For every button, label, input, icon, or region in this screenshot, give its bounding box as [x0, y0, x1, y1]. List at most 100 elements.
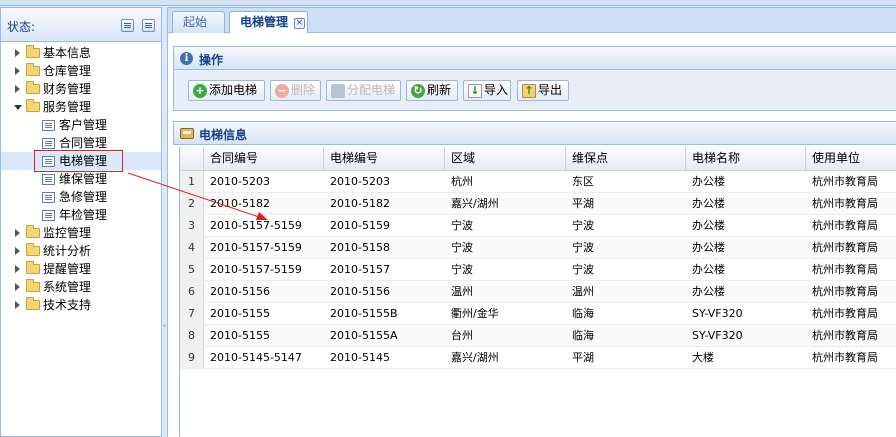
grid-header: 合同编号 电梯编号 区域 维保点 电梯名称 使用单位	[180, 147, 896, 171]
table-cell: 办公楼	[692, 197, 725, 210]
table-cell: SY-VF320	[692, 329, 743, 342]
column-header[interactable]: 电梯名称	[686, 147, 806, 171]
table-row[interactable]: 8 2010-5155 2010-5155A 台州 临海 SY-VF320 杭州市教育局	[180, 325, 896, 347]
navigation-panel: 状态: 基本信息 仓库管理 财务管理 服务管理 客户管理 合同管理 电梯管理 维…	[0, 7, 162, 437]
collapse-all-icon[interactable]	[121, 19, 134, 32]
table-cell: 杭州市教育局	[812, 219, 878, 232]
expand-arrow-icon[interactable]	[15, 301, 20, 309]
table-row[interactable]: 7 2010-5155 2010-5155B 衢州/金华 临海 SY-VF320 杭州市教育…	[180, 303, 896, 325]
button-label: 删除	[291, 83, 316, 97]
folder-icon	[26, 261, 40, 274]
table-row[interactable]: 6 2010-5156 2010-5156 温州 温州 办公楼 杭州市教育局	[180, 281, 896, 303]
refresh-button[interactable]: ↻ 刷新	[406, 80, 458, 101]
table-cell: 杭州市教育局	[812, 241, 878, 254]
tree-node-tech-support[interactable]: 技术支持	[1, 296, 161, 314]
tree-node-label: 年检管理	[59, 208, 108, 222]
row-number: 4	[180, 237, 204, 258]
row-number: 9	[180, 347, 204, 368]
tab-home[interactable]: 起始页	[172, 11, 225, 49]
tree-node-maintenance[interactable]: 维保管理	[1, 170, 161, 188]
tree-node-label: 监控管理	[43, 226, 92, 240]
top-strip	[0, 0, 896, 6]
table-cell: 2010-5155B	[330, 307, 398, 320]
collapse-handle-icon[interactable]: ‹	[163, 322, 166, 330]
elevator-info-panel-header: 电梯信息	[173, 121, 896, 145]
column-header[interactable]: 电梯编号	[324, 147, 445, 171]
table-row[interactable]: 2 2010-5182 2010-5182 嘉兴/湖州 平湖 办公楼 杭州市教育局	[180, 193, 896, 215]
operations-panel-header: i 操作	[173, 46, 896, 70]
table-cell: 2010-5157-5159	[210, 219, 302, 232]
tree-node-label: 技术支持	[43, 298, 92, 312]
folder-icon	[26, 225, 40, 238]
export-button[interactable]: ↑ 导出	[517, 80, 569, 101]
tree-node-basic-info[interactable]: 基本信息	[1, 44, 161, 62]
refresh-icon: ↻	[411, 84, 425, 98]
tree-node-warehouse[interactable]: 仓库管理	[1, 62, 161, 80]
expand-arrow-icon[interactable]	[15, 247, 20, 255]
navigation-panel-header: 状态:	[1, 8, 161, 42]
tree-node-statistics[interactable]: 统计分析	[1, 242, 161, 260]
expand-arrow-icon[interactable]	[15, 229, 20, 237]
folder-icon	[26, 99, 40, 112]
folder-icon	[26, 63, 40, 76]
row-number: 1	[180, 171, 204, 192]
tree-node-monitoring[interactable]: 监控管理	[1, 224, 161, 242]
button-label: 导入	[484, 83, 509, 97]
row-number: 8	[180, 325, 204, 346]
table-row[interactable]: 5 2010-5157-5159 2010-5157 宁波 宁波 办公楼 杭州市教育局	[180, 259, 896, 281]
table-cell: 温州	[451, 285, 473, 298]
tree-node-label: 提醒管理	[43, 262, 92, 276]
close-tab-icon[interactable]: ×	[294, 18, 305, 29]
table-row[interactable]: 3 2010-5157-5159 2010-5159 宁波 宁波 办公楼 杭州市教育局	[180, 215, 896, 237]
operations-toolbar: + 添加电梯 − 删除 分配电梯 ↻ 刷新 ↓ 导入 ↑ 导出	[173, 70, 896, 111]
collapse-arrow-icon[interactable]	[14, 105, 22, 110]
expand-arrow-icon[interactable]	[15, 283, 20, 291]
tree-node-system[interactable]: 系统管理	[1, 278, 161, 296]
main-content: 起始页 电梯管理 × i 操作 + 添加电梯 − 删除 分配电梯 ↻ 刷新	[167, 7, 896, 437]
document-icon	[42, 192, 55, 203]
table-cell: 2010-5157-5159	[210, 263, 302, 276]
expand-arrow-icon[interactable]	[15, 85, 20, 93]
table-cell: 2010-5155	[210, 307, 270, 320]
table-row[interactable]: 1 2010-5203 2010-5203 杭州 东区 办公楼 杭州市教育局	[180, 171, 896, 193]
tree-node-service[interactable]: 服务管理	[1, 98, 161, 116]
row-number: 6	[180, 281, 204, 302]
tree-node-customer[interactable]: 客户管理	[1, 116, 161, 134]
row-number-header	[180, 147, 204, 171]
button-label: 添加电梯	[209, 83, 258, 97]
elevator-info-panel-title: 电梯信息	[199, 128, 248, 142]
tree-node-annual-inspection[interactable]: 年检管理	[1, 206, 161, 224]
tree-node-emergency-repair[interactable]: 急修管理	[1, 188, 161, 206]
table-cell: 办公楼	[692, 263, 725, 276]
column-header[interactable]: 使用单位	[806, 147, 896, 171]
import-icon: ↓	[468, 84, 482, 98]
delete-button[interactable]: − 删除	[270, 80, 321, 101]
table-cell: 杭州市教育局	[812, 197, 878, 210]
table-cell: 2010-5155A	[330, 329, 398, 342]
column-header[interactable]: 维保点	[566, 147, 686, 171]
table-row[interactable]: 9 2010-5145-5147 2010-5145 嘉兴/湖州 平湖 大楼 杭州市教育局	[180, 347, 896, 369]
assign-elevator-button[interactable]: 分配电梯	[326, 80, 401, 101]
tree-node-label: 客户管理	[59, 118, 108, 132]
tree-node-finance[interactable]: 财务管理	[1, 80, 161, 98]
row-number: 7	[180, 303, 204, 324]
table-row[interactable]: 4 2010-5157-5159 2010-5158 宁波 宁波 办公楼 杭州市教育局	[180, 237, 896, 259]
expand-arrow-icon[interactable]	[15, 265, 20, 273]
expand-arrow-icon[interactable]	[15, 49, 20, 57]
add-elevator-button[interactable]: + 添加电梯	[188, 80, 265, 101]
tree-node-reminders[interactable]: 提醒管理	[1, 260, 161, 278]
document-icon	[42, 120, 55, 131]
table-cell: 2010-5159	[330, 219, 390, 232]
column-header[interactable]: 合同编号	[204, 147, 324, 171]
table-cell: 2010-5155	[210, 329, 270, 342]
elevator-icon	[180, 128, 194, 139]
export-icon: ↑	[522, 84, 536, 98]
import-button[interactable]: ↓ 导入	[463, 80, 511, 101]
expand-all-icon[interactable]	[142, 19, 155, 32]
expand-arrow-icon[interactable]	[15, 67, 20, 75]
table-cell: 2010-5145	[330, 351, 390, 364]
tree-node-label: 统计分析	[43, 244, 92, 258]
document-icon	[42, 138, 55, 149]
column-header[interactable]: 区域	[445, 147, 566, 171]
folder-icon	[26, 81, 40, 94]
